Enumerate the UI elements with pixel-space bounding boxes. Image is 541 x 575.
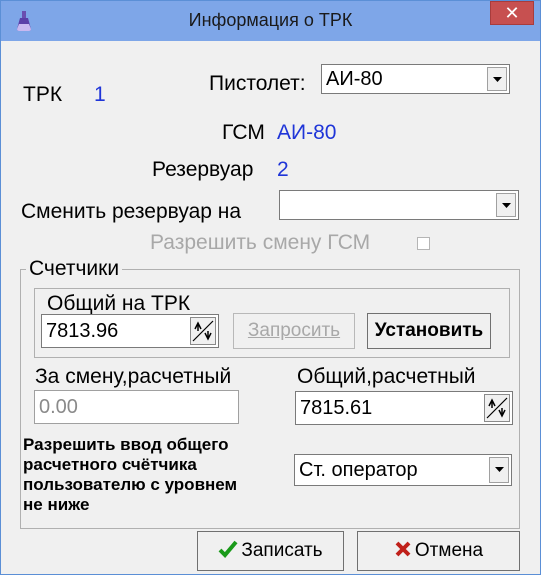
pistol-label: Пистолет: (209, 72, 306, 95)
user-level-selected-value: Ст. оператор (299, 459, 418, 481)
shift-calc-input[interactable]: 0.00 (34, 390, 239, 424)
change-reservoir-label: Сменить резервуар на (21, 200, 242, 223)
spin-arrows-icon[interactable] (484, 394, 510, 422)
chevron-down-icon[interactable] (489, 457, 509, 483)
checkmark-icon (218, 540, 238, 558)
pistol-selected-value: АИ-80 (326, 68, 383, 90)
trk-label: ТРК (23, 83, 63, 106)
dialog-window: Информация о ТРК ✕ ТРК 1 Пистолет: АИ-80… (0, 0, 541, 575)
reservoir-label: Резервуар (152, 158, 254, 181)
user-level-select[interactable]: Ст. оператор (294, 454, 512, 486)
trk-value: 1 (94, 83, 106, 106)
cross-icon (395, 541, 411, 557)
allow-input-label-line-3: пользователю с уровнем (23, 475, 238, 494)
shift-calc-label: За смену,расчетный (35, 365, 232, 388)
close-icon: ✕ (504, 3, 520, 23)
spin-arrows-icon[interactable] (190, 317, 216, 345)
pistol-select[interactable]: АИ-80 (321, 64, 510, 94)
save-button-label: Записать (241, 540, 323, 561)
chevron-down-icon[interactable] (496, 193, 516, 217)
window-title: Информация о ТРК (188, 10, 353, 30)
total-trk-legend: Общий на ТРК (47, 292, 191, 315)
change-reservoir-select[interactable] (279, 190, 519, 220)
request-button[interactable]: Запросить (233, 313, 355, 349)
chevron-down-icon[interactable] (487, 67, 507, 91)
reservoir-value: 2 (277, 158, 289, 181)
shift-calc-value: 0.00 (39, 396, 78, 418)
allow-input-label-line-2: расчетного счётчика (23, 455, 197, 474)
total-calc-label: Общий,расчетный (297, 365, 476, 388)
allow-input-label-line-4: не ниже (23, 495, 90, 514)
set-button-label: Установить (374, 320, 484, 341)
gsm-label: ГСМ (222, 121, 265, 144)
set-button[interactable]: Установить (367, 313, 491, 349)
allow-input-label-line-1: Разрешить ввод общего (23, 435, 229, 454)
total-calc-value: 7815.61 (300, 397, 373, 419)
allow-gsm-checkbox[interactable] (417, 237, 430, 250)
total-trk-input[interactable]: 7813.96 (41, 314, 219, 348)
counters-legend: Счетчики (26, 257, 123, 281)
cancel-button-label: Отмена (414, 540, 484, 561)
request-button-label: Запросить (247, 320, 341, 341)
cancel-button[interactable]: Отмена (357, 531, 520, 571)
gsm-value: АИ-80 (277, 121, 337, 144)
title-bar[interactable]: Информация о ТРК ✕ (1, 1, 540, 41)
allow-gsm-label: Разрешить смену ГСМ (150, 231, 371, 254)
close-button[interactable]: ✕ (490, 1, 534, 25)
total-calc-input[interactable]: 7815.61 (295, 391, 513, 425)
total-trk-value: 7813.96 (46, 320, 119, 342)
save-button[interactable]: Записать (197, 531, 344, 571)
